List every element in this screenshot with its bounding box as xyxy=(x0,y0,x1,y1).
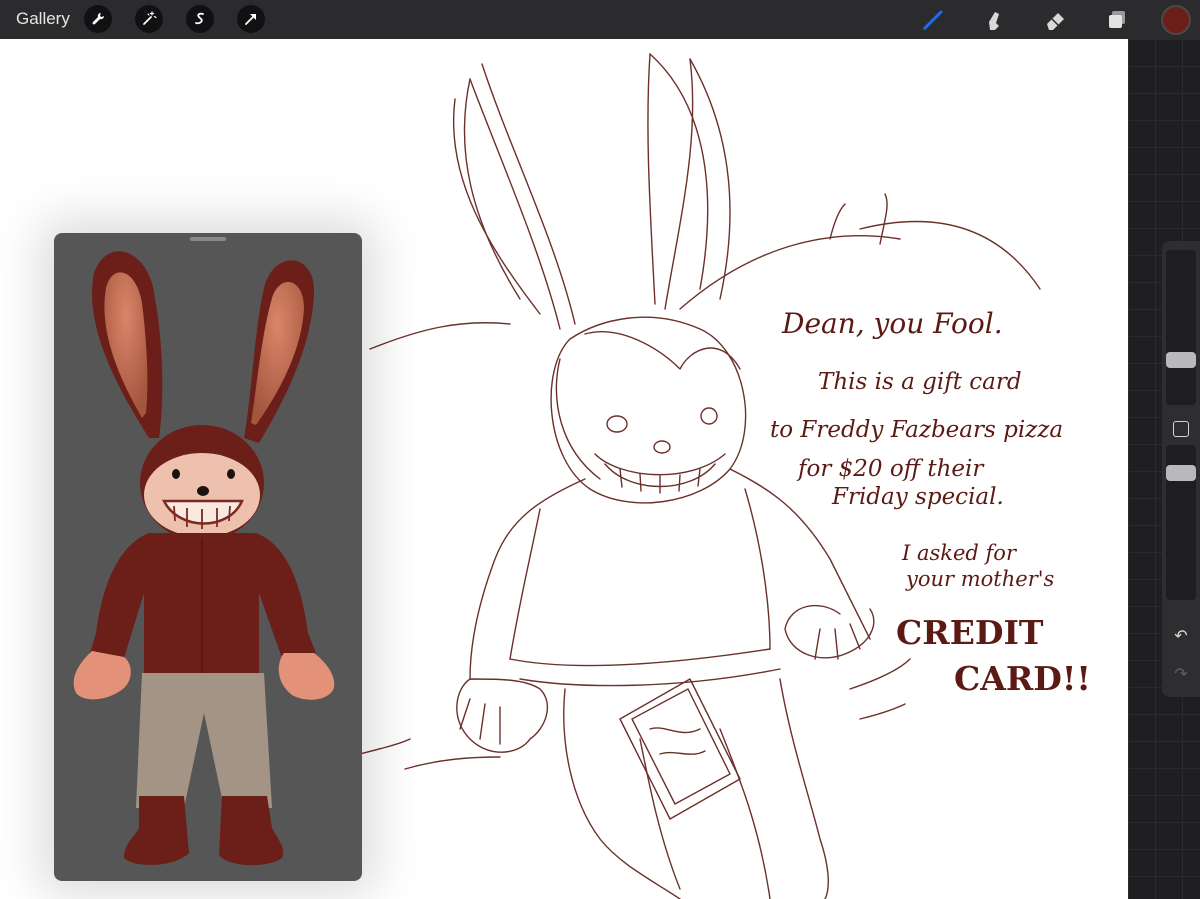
modify-button[interactable] xyxy=(1173,421,1189,437)
transform-arrow-icon[interactable] xyxy=(237,5,265,33)
gallery-button[interactable]: Gallery xyxy=(16,9,70,29)
brush-size-thumb[interactable] xyxy=(1166,352,1196,368)
opacity-thumb[interactable] xyxy=(1166,465,1196,481)
layers-icon[interactable] xyxy=(1102,5,1132,35)
note-line: CREDIT xyxy=(896,613,1044,652)
wrench-icon[interactable] xyxy=(84,5,112,33)
reference-window[interactable] xyxy=(54,233,362,881)
note-line: for $20 off their xyxy=(798,456,984,482)
magic-wand-icon[interactable] xyxy=(135,5,163,33)
top-toolbar: Gallery xyxy=(0,0,1200,39)
redo-icon[interactable]: ↷ xyxy=(1172,665,1190,683)
note-line: This is a gift card xyxy=(818,369,1022,395)
note-line: Dean, you Fool. xyxy=(782,307,1003,340)
note-line: to Freddy Fazbears pizza xyxy=(770,417,1064,443)
note-line: I asked for xyxy=(902,541,1016,565)
rabbit-character-render xyxy=(73,251,335,866)
smudge-icon[interactable] xyxy=(979,5,1009,35)
color-swatch[interactable] xyxy=(1161,5,1191,35)
note-line: Friday special. xyxy=(832,484,1004,510)
note-line: CARD!! xyxy=(954,659,1091,698)
brush-icon[interactable] xyxy=(918,5,948,35)
brush-size-slider[interactable] xyxy=(1166,250,1196,405)
note-line: your mother's xyxy=(906,567,1055,591)
eraser-icon[interactable] xyxy=(1040,5,1070,35)
selection-icon[interactable] xyxy=(186,5,214,33)
undo-icon[interactable]: ↶ xyxy=(1172,627,1190,645)
